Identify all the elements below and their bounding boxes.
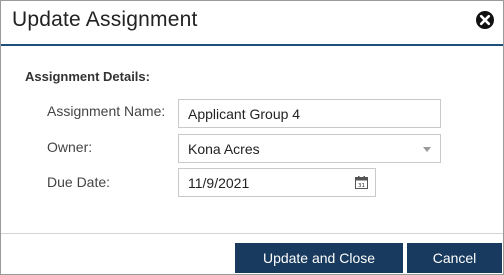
assignment-name-value: Applicant Group 4 [188,105,301,122]
due-date-label: Due Date: [47,174,111,190]
cancel-button[interactable]: Cancel [407,243,502,273]
assignment-name-label: Assignment Name: [47,103,166,119]
close-icon[interactable] [475,10,495,30]
chevron-down-icon [423,147,431,152]
owner-label: Owner: [47,139,93,155]
section-label: Assignment Details: [25,69,150,84]
due-date-input[interactable]: 11/9/2021 31 [178,168,376,197]
update-and-close-button[interactable]: Update and Close [235,243,403,273]
update-assignment-dialog: Update Assignment Assignment Details: As… [0,0,504,275]
owner-select[interactable]: Kona Acres [178,134,441,163]
dialog-header: Update Assignment [1,1,503,46]
calendar-icon-day: 31 [358,183,365,189]
due-date-value: 11/9/2021 [188,174,250,191]
owner-value: Kona Acres [188,140,260,157]
dialog-title: Update Assignment [12,8,198,31]
calendar-icon[interactable]: 31 [355,176,368,189]
assignment-name-input[interactable]: Applicant Group 4 [178,99,441,128]
